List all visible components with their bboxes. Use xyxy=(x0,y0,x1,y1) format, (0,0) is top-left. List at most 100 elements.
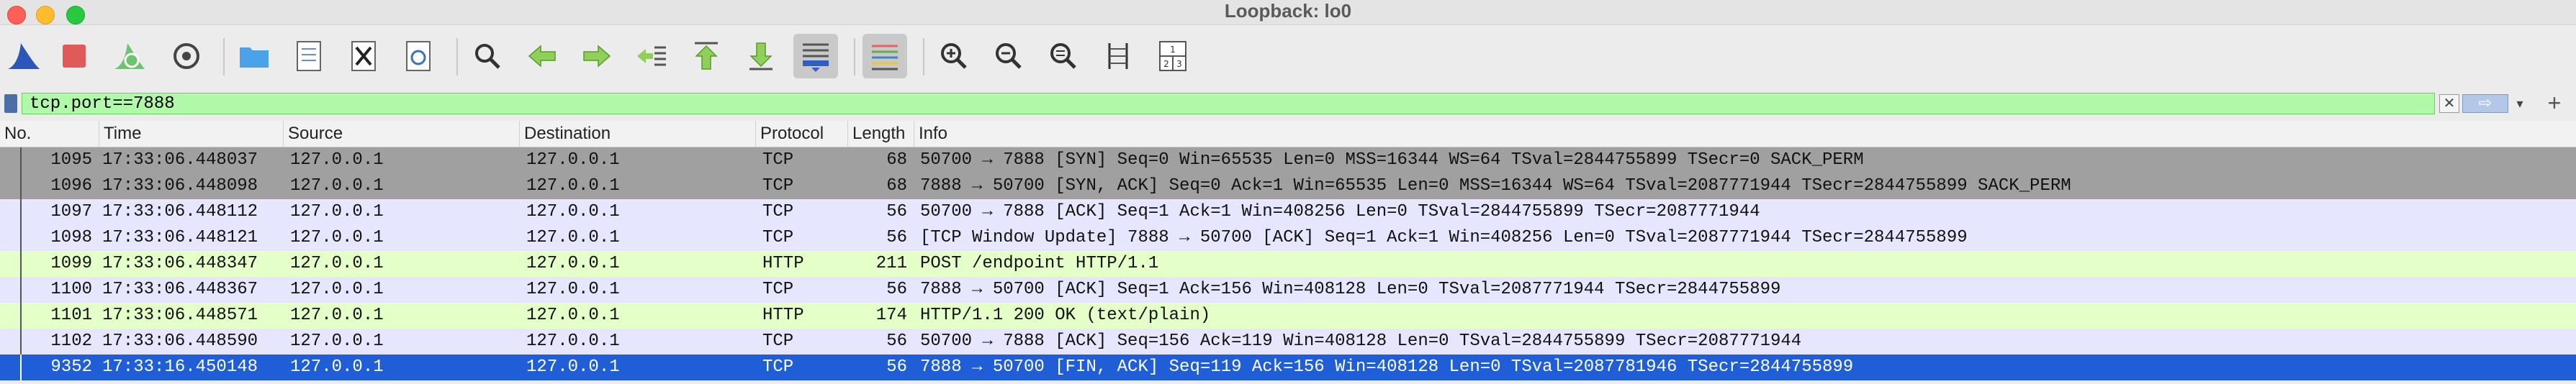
go-to-packet-button[interactable] xyxy=(629,34,674,78)
layout-icon: 12 3 xyxy=(1159,41,1186,71)
packet-length: 68 xyxy=(886,150,907,170)
window-title: Loopback: lo0 xyxy=(1224,0,1352,22)
start-capture-button[interactable] xyxy=(1,34,46,78)
packet-source: 127.0.0.1 xyxy=(290,280,384,299)
packet-row[interactable]: 1102 17:33:06.448590 127.0.0.1 127.0.0.1… xyxy=(0,329,2576,355)
column-header-source[interactable]: Source xyxy=(284,121,520,147)
packet-time: 17:33:06.448037 xyxy=(102,150,258,170)
packet-source: 127.0.0.1 xyxy=(290,332,384,351)
save-file-button[interactable] xyxy=(287,34,331,78)
packet-destination: 127.0.0.1 xyxy=(526,357,620,377)
packet-length: 174 xyxy=(875,306,907,325)
packet-info: 50700 → 7888 [ACK] Seq=1 Ack=1 Win=40825… xyxy=(920,202,1760,221)
capture-options-button[interactable] xyxy=(164,34,209,78)
apply-filter-button[interactable]: ⇨ xyxy=(2462,94,2508,113)
packet-no: 1101 xyxy=(50,306,92,325)
packet-destination: 127.0.0.1 xyxy=(526,254,620,273)
reload-file-button[interactable] xyxy=(396,34,441,78)
column-header-length[interactable]: Length xyxy=(848,121,914,147)
packet-time: 17:33:06.448347 xyxy=(102,254,258,273)
packet-length: 56 xyxy=(886,357,907,377)
zoom-out-icon xyxy=(996,43,1022,69)
packet-time: 17:33:06.448112 xyxy=(102,202,258,221)
packet-row[interactable]: 1101 17:33:06.448571 127.0.0.1 127.0.0.1… xyxy=(0,303,2576,329)
autoscroll-button[interactable] xyxy=(793,34,838,78)
packet-info: HTTP/1.1 200 OK (text/plain) xyxy=(920,306,1211,325)
toolbar-separator xyxy=(854,38,855,76)
packet-row[interactable]: 1099 17:33:06.448347 127.0.0.1 127.0.0.1… xyxy=(0,251,2576,277)
zoom-reset-button[interactable] xyxy=(1041,34,1086,78)
arrow-right-icon xyxy=(583,45,611,68)
resize-columns-button[interactable] xyxy=(1096,34,1140,78)
go-forward-button[interactable] xyxy=(575,34,619,78)
packet-length: 56 xyxy=(886,202,907,221)
display-filter-input[interactable]: tcp.port==7888 xyxy=(22,93,2435,114)
open-file-button[interactable] xyxy=(232,34,276,78)
zoom-in-button[interactable] xyxy=(932,34,976,78)
packet-no: 1095 xyxy=(50,150,92,170)
column-header-destination[interactable]: Destination xyxy=(520,121,756,147)
svg-text:1: 1 xyxy=(1170,45,1176,55)
packet-source: 127.0.0.1 xyxy=(290,254,384,273)
title-bar: Loopback: lo0 xyxy=(0,0,2576,25)
close-file-button[interactable] xyxy=(341,34,386,78)
packet-row[interactable]: 1095 17:33:06.448037 127.0.0.1 127.0.0.1… xyxy=(0,147,2576,173)
packet-no: 1097 xyxy=(50,202,92,221)
column-header-protocol[interactable]: Protocol xyxy=(756,121,848,147)
packet-length: 56 xyxy=(886,228,907,247)
go-last-button[interactable] xyxy=(739,34,783,78)
packet-no: 9352 xyxy=(50,357,92,377)
zoom-out-button[interactable] xyxy=(986,34,1031,78)
stop-square-icon xyxy=(63,45,86,68)
toolbar-separator xyxy=(456,38,458,76)
packet-no: 1100 xyxy=(50,280,92,299)
restart-capture-button[interactable] xyxy=(107,34,151,78)
folder-icon xyxy=(240,47,269,68)
clear-filter-button[interactable]: ✕ xyxy=(2439,94,2459,113)
bookmark-icon[interactable] xyxy=(4,94,17,113)
packet-time: 17:33:06.448367 xyxy=(102,280,258,299)
packet-row[interactable]: 1100 17:33:06.448367 127.0.0.1 127.0.0.1… xyxy=(0,277,2576,303)
packet-row[interactable]: 1098 17:33:06.448121 127.0.0.1 127.0.0.1… xyxy=(0,225,2576,251)
go-first-button[interactable] xyxy=(684,34,729,78)
zoom-reset-icon xyxy=(1050,43,1076,69)
column-header-no[interactable]: No. xyxy=(0,121,99,147)
packet-source: 127.0.0.1 xyxy=(290,150,384,170)
packet-row[interactable]: 1097 17:33:06.448112 127.0.0.1 127.0.0.1… xyxy=(0,199,2576,225)
main-toolbar: 123 xyxy=(0,25,2576,90)
packet-info: 50700 → 7888 [ACK] Seq=156 Ack=119 Win=4… xyxy=(920,332,1802,351)
toolbar-separator xyxy=(923,38,924,76)
add-filter-button[interactable]: + xyxy=(2540,91,2569,114)
packet-no: 1099 xyxy=(50,254,92,273)
packet-protocol: TCP xyxy=(762,357,794,377)
colorize-button[interactable] xyxy=(863,34,907,78)
packet-length: 68 xyxy=(886,176,907,196)
packet-row[interactable]: 9352 17:33:16.450148 127.0.0.1 127.0.0.1… xyxy=(0,355,2576,380)
close-file-icon xyxy=(351,41,376,71)
colorize-icon xyxy=(872,45,898,70)
packet-source: 127.0.0.1 xyxy=(290,357,384,377)
packet-protocol: TCP xyxy=(762,332,794,351)
packet-protocol: TCP xyxy=(762,150,794,170)
stop-capture-button[interactable] xyxy=(52,34,96,78)
packet-protocol: HTTP xyxy=(762,254,804,273)
packet-no: 1098 xyxy=(50,228,92,247)
packet-info: [TCP Window Update] 7888 → 50700 [ACK] S… xyxy=(920,228,1968,247)
filter-history-dropdown[interactable]: ▾ xyxy=(2510,94,2530,113)
go-to-packet-icon xyxy=(637,46,666,66)
autoscroll-icon xyxy=(803,43,829,72)
shark-fin-icon xyxy=(8,43,40,69)
go-back-button[interactable] xyxy=(520,34,564,78)
column-header-time[interactable]: Time xyxy=(99,121,284,147)
svg-text:2: 2 xyxy=(1163,59,1169,69)
find-packet-button[interactable] xyxy=(465,34,510,78)
packet-time: 17:33:06.448571 xyxy=(102,306,258,325)
packet-destination: 127.0.0.1 xyxy=(526,280,620,299)
reload-icon xyxy=(406,41,431,71)
packet-no: 1096 xyxy=(50,176,92,196)
layout-button[interactable]: 123 xyxy=(1150,34,1195,78)
packet-no: 1102 xyxy=(50,332,92,351)
column-header-info[interactable]: Info xyxy=(914,121,2576,147)
packet-row[interactable]: 1096 17:33:06.448098 127.0.0.1 127.0.0.1… xyxy=(0,173,2576,199)
packet-protocol: TCP xyxy=(762,228,794,247)
